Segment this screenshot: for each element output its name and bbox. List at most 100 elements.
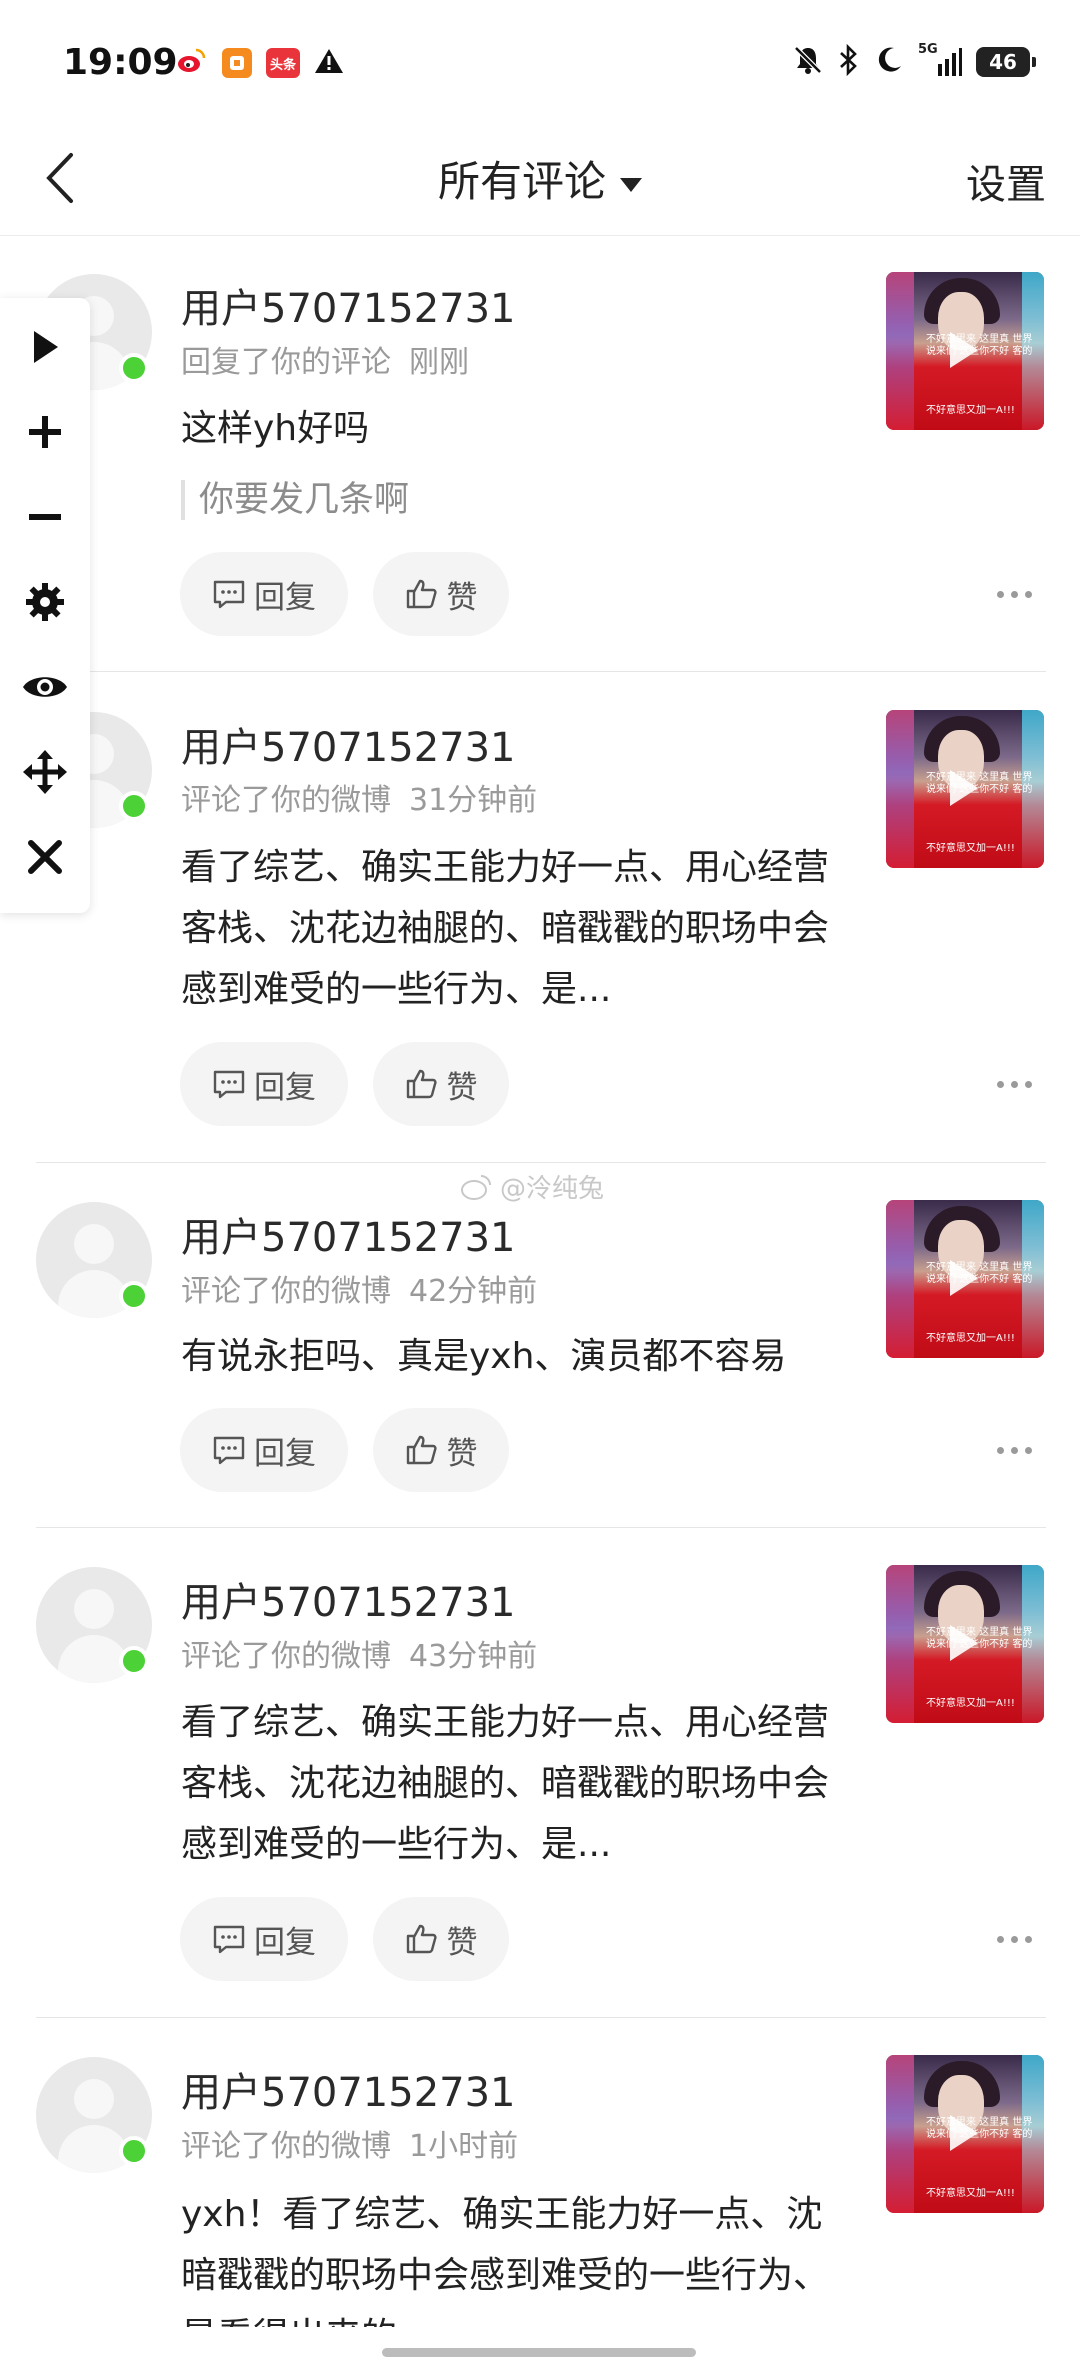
comment-username[interactable]: 用户5707152731: [181, 1205, 516, 1263]
comment-meta: 评论了你的微博 43分钟前: [181, 1631, 537, 1675]
thumbs-up-icon: [406, 579, 437, 609]
divider: [36, 1162, 1046, 1163]
comment-username[interactable]: 用户5707152731: [181, 2060, 516, 2118]
like-label: 赞: [446, 1069, 478, 1106]
thumbs-up-icon: [406, 1069, 437, 1099]
moon-icon: [874, 45, 904, 79]
move-icon: [23, 750, 67, 794]
comment-text-clip: yxh！看了综艺、确实王能力好一点、沈暗戳戳的职场中会感到难受的一些行为、是看得…: [181, 2184, 881, 2327]
weibo-icon: [461, 1174, 491, 1200]
post-thumbnail[interactable]: 不好意思来 这里真 世界说来们 这些你不好 客的 不好意思又加一A!!!: [886, 1565, 1044, 1723]
post-thumbnail[interactable]: 不好意思来 这里真 世界说来们 这些你不好 客的 不好意思又加一A!!!: [886, 1200, 1044, 1358]
mute-bell-icon: [792, 44, 824, 80]
divider: [36, 671, 1046, 672]
thumbnail-caption-bottom: 不好意思又加一A!!!: [926, 1698, 1015, 1709]
comment-action: 评论了你的微博: [181, 2129, 391, 2164]
reply-bubble-icon: [213, 1070, 245, 1099]
like-label: 赞: [446, 1435, 478, 1472]
comment-meta: 回复了你的评论 刚刚: [181, 337, 469, 381]
comment-action: 评论了你的微博: [181, 783, 391, 818]
network-label: 5G: [918, 42, 938, 57]
like-label: 赞: [446, 579, 478, 616]
thumbnail-caption-bottom: 不好意思又加一A!!!: [926, 1333, 1015, 1344]
bluetooth-icon: [838, 43, 860, 80]
thumbnail-caption: 不好意思来 这里真 世界说来们 这些你不好 客的: [926, 1627, 1033, 1650]
reply-label: 回复: [254, 579, 316, 616]
comment-time: 43分钟前: [409, 1639, 538, 1674]
like-label: 赞: [446, 1924, 478, 1961]
divider: [36, 1527, 1046, 1528]
reply-button[interactable]: 回复: [180, 1897, 348, 1981]
reply-button[interactable]: 回复: [180, 1408, 348, 1492]
like-button[interactable]: 赞: [373, 1408, 509, 1492]
comment-action: 评论了你的微博: [181, 1274, 391, 1309]
like-button[interactable]: 赞: [373, 1897, 509, 1981]
comment-meta: 评论了你的微博 1小时前: [181, 2121, 518, 2165]
battery-icon: 46: [976, 47, 1036, 77]
reply-bubble-icon: [213, 1925, 245, 1954]
like-button[interactable]: 赞: [373, 1042, 509, 1126]
online-status-dot: [119, 791, 149, 821]
reply-button[interactable]: 回复: [180, 1042, 348, 1126]
comment-username[interactable]: 用户5707152731: [181, 715, 516, 773]
eye-icon: [23, 677, 67, 697]
zoom-in-button[interactable]: [15, 403, 75, 461]
filter-dropdown[interactable]: 所有评论: [0, 148, 1080, 209]
play-icon: [34, 331, 58, 363]
reply-label: 回复: [254, 1924, 316, 1961]
quoted-comment[interactable]: 你要发几条啊: [181, 480, 409, 520]
online-status-dot: [119, 2136, 149, 2166]
move-button[interactable]: [15, 743, 75, 801]
comment-text[interactable]: 有说永拒吗、真是yxh、演员都不容易: [181, 1326, 881, 1387]
warning-icon: [314, 47, 344, 79]
comment-time: 刚刚: [409, 345, 469, 380]
more-options-button[interactable]: [997, 1447, 1032, 1454]
post-thumbnail[interactable]: 不好意思来 这里真 世界说来们 这些你不好 客的 不好意思又加一A!!!: [886, 272, 1044, 430]
reply-label: 回复: [254, 1435, 316, 1472]
comment-action: 回复了你的评论: [181, 345, 391, 380]
settings-button[interactable]: 设置: [966, 152, 1046, 210]
comment-text[interactable]: 看了综艺、确实王能力好一点、用心经营客栈、沈花边袖腿的、暗戳戳的职场中会感到难受…: [181, 837, 831, 1020]
like-button[interactable]: 赞: [373, 552, 509, 636]
comment-text[interactable]: 这样yh好吗: [181, 398, 831, 459]
close-icon: [28, 840, 62, 874]
comment-time: 42分钟前: [409, 1274, 538, 1309]
divider: [36, 2017, 1046, 2018]
notification-icons: 头条: [176, 46, 344, 80]
play-button[interactable]: [15, 318, 75, 376]
reply-bubble-icon: [213, 1436, 245, 1465]
thumbnail-caption: 不好意思来 这里真 世界说来们 这些你不好 客的: [926, 334, 1033, 357]
comment-username[interactable]: 用户5707152731: [181, 276, 516, 334]
reply-bubble-icon: [213, 580, 245, 609]
thumbnail-caption: 不好意思来 这里真 世界说来们 这些你不好 客的: [926, 1262, 1033, 1285]
comment-time: 31分钟前: [409, 783, 538, 818]
reply-label: 回复: [254, 1069, 316, 1106]
more-options-button[interactable]: [997, 591, 1032, 598]
home-indicator[interactable]: [382, 2348, 696, 2357]
top-nav-bar: 所有评论 设置: [0, 120, 1080, 236]
status-bar: 19:09 头条 5G 46: [0, 0, 1080, 120]
comment-text[interactable]: 看了综艺、确实王能力好一点、用心经营客栈、沈花边袖腿的、暗戳戳的职场中会感到难受…: [181, 1692, 831, 1875]
comment-meta: 评论了你的微博 42分钟前: [181, 1266, 537, 1310]
zoom-out-button[interactable]: [15, 488, 75, 546]
weibo-watermark: @泠纯兔: [460, 1168, 604, 1205]
weibo-icon: [176, 46, 208, 80]
more-options-button[interactable]: [997, 1081, 1032, 1088]
settings-gear-button[interactable]: [15, 573, 75, 631]
signal-icon: 5G: [918, 42, 962, 78]
post-thumbnail[interactable]: 不好意思来 这里真 世界说来们 这些你不好 客的 不好意思又加一A!!!: [886, 710, 1044, 868]
comment-username[interactable]: 用户5707152731: [181, 1570, 516, 1628]
watermark-text: @泠纯兔: [500, 1174, 605, 1204]
comment-text[interactable]: yxh！看了综艺、确实王能力好一点、沈暗戳戳的职场中会感到难受的一些行为、是看得…: [181, 2184, 831, 2327]
gear-icon: [26, 583, 64, 621]
visibility-button[interactable]: [15, 658, 75, 716]
close-button[interactable]: [15, 828, 75, 886]
minus-icon: [29, 514, 61, 520]
more-options-button[interactable]: [997, 1936, 1032, 1943]
thumbnail-caption: 不好意思来 这里真 世界说来们 这些你不好 客的: [926, 772, 1033, 795]
plus-icon: [29, 416, 61, 448]
reply-button[interactable]: 回复: [180, 552, 348, 636]
system-icons: 5G 46: [792, 42, 1036, 80]
thumbnail-caption-bottom: 不好意思又加一A!!!: [926, 843, 1015, 854]
post-thumbnail[interactable]: 不好意思来 这里真 世界说来们 这些你不好 客的 不好意思又加一A!!!: [886, 2055, 1044, 2213]
